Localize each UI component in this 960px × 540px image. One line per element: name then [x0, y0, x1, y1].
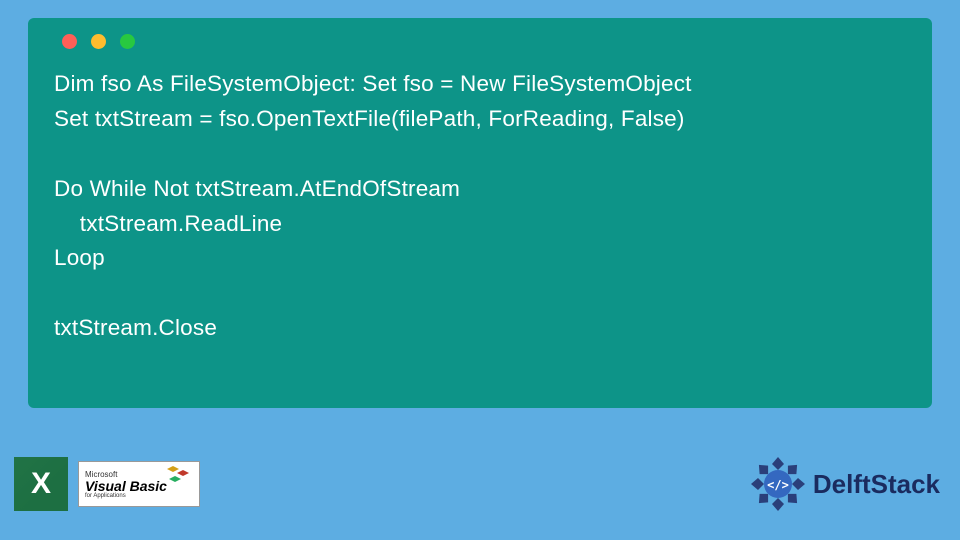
minimize-icon[interactable]	[91, 34, 106, 49]
excel-letter: X	[31, 467, 51, 501]
code-line	[54, 137, 906, 172]
window-controls	[54, 34, 906, 49]
code-block: Dim fso As FileSystemObject: Set fso = N…	[54, 67, 906, 346]
code-window: Dim fso As FileSystemObject: Set fso = N…	[28, 18, 932, 408]
delftstack-text: DelftStack	[813, 469, 940, 500]
delftstack-badge-icon: </>	[749, 455, 807, 513]
maximize-icon[interactable]	[120, 34, 135, 49]
code-line: txtStream.ReadLine	[54, 207, 906, 242]
code-line: Do While Not txtStream.AtEndOfStream	[54, 172, 906, 207]
code-glyph-icon: </>	[767, 478, 789, 492]
code-line: txtStream.Close	[54, 311, 906, 346]
excel-logo-icon: X	[14, 457, 68, 511]
code-line: Set txtStream = fso.OpenTextFile(filePat…	[54, 102, 906, 137]
delftstack-logo: </> DelftStack	[749, 455, 940, 513]
visual-basic-logo: Microsoft Visual Basic for Applications	[78, 461, 200, 507]
code-line: Loop	[54, 241, 906, 276]
left-logo-group: X Microsoft Visual Basic for Application…	[14, 457, 200, 511]
footer: X Microsoft Visual Basic for Application…	[14, 452, 940, 516]
code-line	[54, 276, 906, 311]
vb-sub-text: for Applications	[85, 493, 193, 499]
vb-blocks-icon	[165, 464, 195, 488]
close-icon[interactable]	[62, 34, 77, 49]
code-line: Dim fso As FileSystemObject: Set fso = N…	[54, 67, 906, 102]
